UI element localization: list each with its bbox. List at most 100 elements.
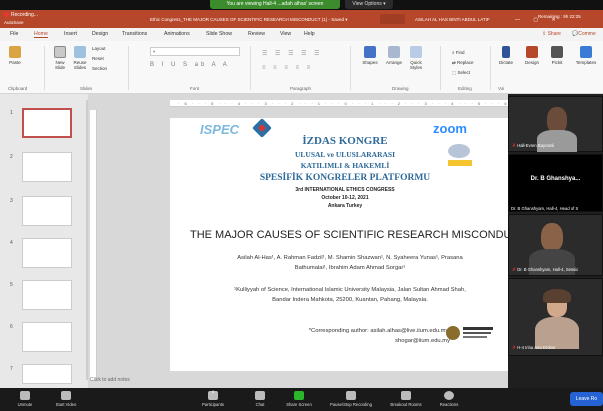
breakout-rooms-button[interactable]: Breakout Rooms	[384, 391, 428, 407]
record-dot-icon	[4, 12, 9, 18]
viewing-screen-banner: You are viewing Hall-4 ...adah alhas' sc…	[210, 0, 340, 9]
search-icon[interactable]	[380, 14, 405, 24]
tab-design[interactable]: Design	[92, 31, 108, 37]
recording-indicator[interactable]: Recording...	[4, 12, 38, 18]
thumbnail-number: 3	[10, 198, 13, 204]
slide-thumbnail-1[interactable]	[22, 108, 72, 138]
slide-thumbnail-4[interactable]	[22, 238, 72, 268]
participant-video-tile[interactable]: ✗Hall-Evren Bayramli	[508, 96, 603, 152]
comments-button[interactable]: 💬Comme	[572, 31, 596, 37]
tab-animations[interactable]: Animations	[164, 31, 190, 37]
quick-styles-button[interactable]: Quick Styles	[406, 46, 426, 70]
participant-name-text: Dr. B Ghanshyam, Hall-4, Sessio	[517, 267, 579, 272]
reuse-slides-button[interactable]: Reuse Slides	[72, 46, 88, 70]
paste-button[interactable]: Paste	[6, 46, 24, 65]
slide-thumbnail-3[interactable]	[22, 196, 72, 226]
paragraph-align-buttons[interactable]: ≡ ≡ ≡ ≡ ≡	[262, 65, 313, 71]
reactions-label: Reactions	[439, 402, 459, 407]
authors-line-1: Asilah Al-Has¹, A. Rahman Fadzil¹, M. Sh…	[237, 255, 463, 261]
user-name[interactable]: ASILAH AL HAS BINTI ABDUL LATIF	[415, 17, 490, 22]
affiliation-line-1: ¹Kulliyyah of Science, International Isl…	[234, 287, 466, 293]
unmute-label: Unmute	[17, 402, 33, 407]
share-button[interactable]: ⇪ Share	[542, 31, 561, 37]
slide-thumbnail-6[interactable]	[22, 322, 72, 352]
divider	[44, 46, 45, 90]
find-label: Find	[455, 50, 465, 55]
corresponding-author: *Corresponding author: asilah.alhas@live…	[230, 326, 450, 346]
tab-home[interactable]: Home	[34, 31, 48, 38]
section-button[interactable]: Section	[92, 66, 107, 71]
pickit-button[interactable]: Pickit	[546, 46, 568, 65]
tab-insert[interactable]: Insert	[64, 31, 77, 37]
university-logo	[446, 326, 493, 340]
tab-review[interactable]: Review	[248, 31, 265, 37]
slide-thumbnail-5[interactable]	[22, 280, 72, 310]
new-slide-icon	[54, 46, 66, 58]
paste-label: Paste	[9, 60, 21, 65]
dictate-button[interactable]: Dictate	[496, 46, 516, 65]
remaining-time: Remaining : 9h 22:25	[538, 14, 581, 19]
font-name-select[interactable]: ▾	[150, 47, 240, 56]
reactions-button[interactable]: Reactions	[434, 391, 464, 407]
slide-header-line1: İZDAS KONGRE	[302, 135, 388, 147]
paragraph-list-buttons[interactable]: ☰ ☰ ☰ ☰ ☰	[262, 50, 323, 57]
view-options-button[interactable]: View Options ▾	[345, 0, 393, 9]
tab-slide-show[interactable]: Slide Show	[206, 31, 232, 37]
replace-button[interactable]: ⇄ Replace	[452, 60, 474, 66]
tab-transitions[interactable]: Transitions	[122, 31, 147, 37]
notes-placeholder[interactable]: Click to add notes	[90, 377, 130, 383]
arrange-button[interactable]: Arrange	[384, 46, 404, 65]
tab-file[interactable]: File	[10, 31, 18, 37]
font-format-buttons[interactable]: B I U S ab A A	[150, 62, 230, 68]
share-screen-button[interactable]: Share Screen	[282, 391, 316, 407]
congress-name: 3rd INTERNATIONAL ETHICS CONGRESS	[295, 187, 395, 193]
share-screen-label: Share Screen	[286, 402, 312, 407]
share-screen-icon	[294, 391, 304, 400]
participant-face	[541, 223, 563, 251]
shapes-button[interactable]: Shapes	[360, 46, 380, 65]
corresponding-line-2: shogar@iium.edu.my	[395, 338, 450, 344]
congress-date: October 10-12, 2021	[321, 195, 369, 201]
microphone-icon	[502, 46, 510, 58]
corresponding-line-1: *Corresponding author: asilah.alhas@live…	[308, 328, 450, 334]
participant-name: ✗Hall-Evren Bayramli	[512, 143, 554, 149]
layout-button[interactable]: Layout	[92, 46, 106, 51]
select-button[interactable]: ⬚ Select	[452, 70, 470, 76]
unmute-button[interactable]: Unmute	[12, 391, 38, 407]
pause-icon	[346, 391, 356, 400]
slide-title: THE MAJOR CAUSES OF SCIENTIFIC RESEARCH …	[190, 229, 508, 241]
new-slide-button[interactable]: New Slide	[50, 46, 70, 70]
authors-line-2: Bathumalai¹, Ibrahim Adam Ahmad Sorgar¹	[294, 265, 406, 271]
authors: Asilah Al-Has¹, A. Rahman Fadzil¹, M. Sh…	[210, 253, 490, 273]
autosave-toggle[interactable]: AutoSave	[4, 20, 24, 25]
start-video-button[interactable]: Start Video	[50, 391, 82, 407]
group-label-editing: Editing	[458, 86, 472, 91]
breakout-rooms-label: Breakout Rooms	[390, 402, 422, 407]
templates-button[interactable]: Templates	[572, 46, 600, 65]
find-button[interactable]: ⌕ Find	[452, 50, 465, 55]
pickit-icon	[551, 46, 563, 58]
chat-button[interactable]: Chat	[250, 391, 270, 407]
participants-count: 8	[212, 389, 215, 394]
mic-muted-icon: ✗	[512, 267, 517, 273]
designer-button[interactable]: Design	[520, 46, 544, 65]
participant-hair	[543, 289, 571, 303]
select-label: Select	[457, 70, 471, 75]
tab-view[interactable]: View	[280, 31, 291, 37]
pause-recording-button[interactable]: Pause/Stop Recording	[324, 391, 378, 407]
reset-button[interactable]: Reset	[92, 56, 104, 61]
horizontal-ruler: · 6 · · · 5 · · · 4 · · · 3 · · · 2 · · …	[170, 100, 508, 107]
tab-help[interactable]: Help	[304, 31, 315, 37]
affiliation-line-2: Bandar Indera Mahkota, 25200, Kuantan, P…	[272, 297, 428, 303]
slide-thumbnail-2[interactable]	[22, 152, 72, 182]
leave-button[interactable]: Leave Ro	[570, 392, 603, 406]
video-off-icon	[61, 391, 71, 400]
slide-thumbnail-7[interactable]	[22, 364, 72, 384]
participant-tile-no-video[interactable]	[508, 154, 603, 212]
quick-styles-icon	[410, 46, 422, 58]
reuse-slides-icon	[74, 46, 86, 58]
participant-video-tile[interactable]: ✗Dr. B Ghanshyam, Hall-4, Sessio	[508, 214, 603, 276]
vertical-ruler	[90, 110, 97, 380]
designer-icon	[526, 46, 538, 58]
participant-video-tile[interactable]: ✗H-4 Irina Ana Drobot	[508, 278, 603, 356]
